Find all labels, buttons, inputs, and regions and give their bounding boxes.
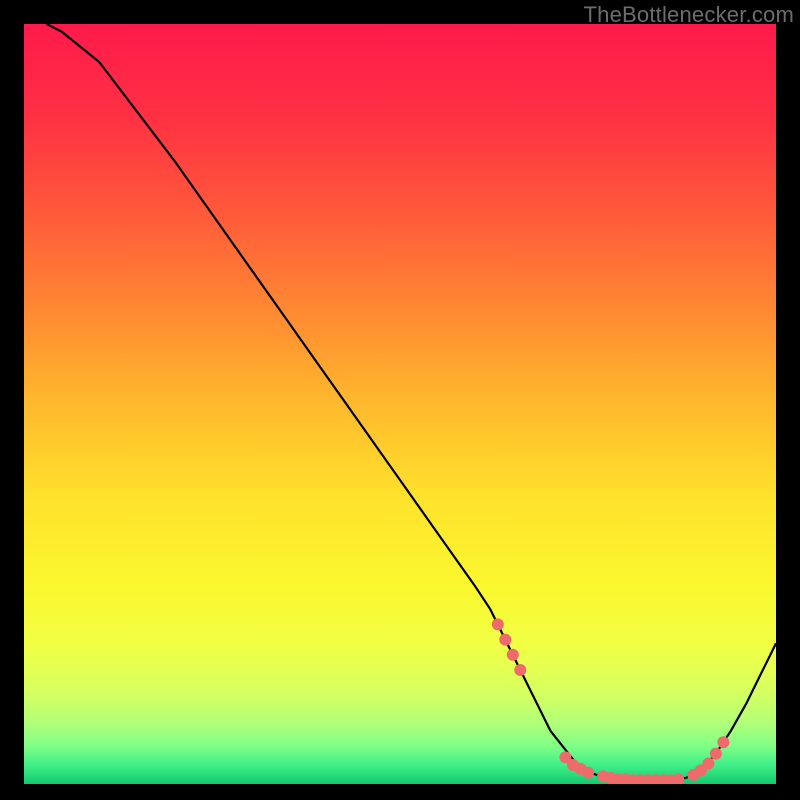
data-marker bbox=[507, 649, 519, 661]
data-marker bbox=[717, 736, 729, 748]
chart-frame bbox=[24, 24, 776, 784]
gradient-background bbox=[24, 24, 776, 784]
data-marker bbox=[492, 618, 504, 630]
data-marker bbox=[702, 757, 714, 769]
data-marker bbox=[499, 634, 511, 646]
data-marker bbox=[582, 767, 594, 779]
data-marker bbox=[710, 748, 722, 760]
bottleneck-curve-chart bbox=[24, 24, 776, 784]
watermark-label: TheBottlenecker.com bbox=[584, 2, 794, 28]
data-marker bbox=[514, 664, 526, 676]
